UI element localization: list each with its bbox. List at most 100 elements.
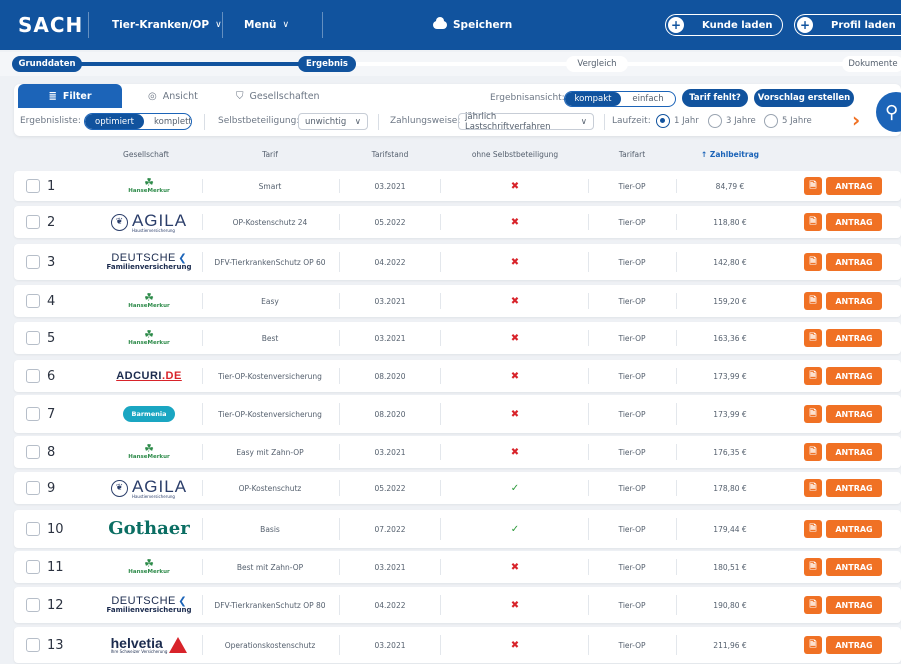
col-header-tariff-type[interactable]: Tarifart <box>619 150 645 159</box>
create-suggestion-button[interactable]: Vorschlag erstellen <box>754 89 854 107</box>
row-number: 13 <box>47 637 64 653</box>
row-actions: 🗎 ANTRAG <box>804 587 882 623</box>
antrag-button[interactable]: ANTRAG <box>826 405 882 423</box>
antrag-button[interactable]: ANTRAG <box>826 479 882 497</box>
step-dokumente[interactable]: Dokumente <box>842 56 901 72</box>
col-header-company[interactable]: Gesellschaft <box>123 150 169 159</box>
antrag-button[interactable]: ANTRAG <box>826 367 882 385</box>
step-ergebnis[interactable]: Ergebnis <box>298 56 356 72</box>
row-actions: 🗎 ANTRAG <box>804 627 882 663</box>
row-checkbox[interactable] <box>26 294 40 308</box>
antrag-button[interactable]: ANTRAG <box>826 177 882 195</box>
view-mode-toggle[interactable]: kompakt einfach <box>564 91 676 107</box>
row-checkbox[interactable] <box>26 369 40 383</box>
col-header-premium[interactable]: ↑ Zahlbeitrag <box>701 150 759 159</box>
divider <box>440 595 441 615</box>
save-button[interactable]: Speichern <box>433 17 512 31</box>
row-actions: 🗎 ANTRAG <box>804 285 882 317</box>
row-checkbox[interactable] <box>26 331 40 345</box>
pdf-document-icon[interactable]: 🗎 <box>804 596 822 614</box>
row-checkbox[interactable] <box>26 598 40 612</box>
view-option-einfach[interactable]: einfach <box>621 92 675 106</box>
company-cell: DEUTSCHE ❮ Familienversicherung <box>94 244 204 280</box>
pdf-document-icon[interactable]: 🗎 <box>804 558 822 576</box>
pdf-document-icon[interactable]: 🗎 <box>804 520 822 538</box>
no-deductible-cell: ✖ <box>442 395 588 433</box>
resultlist-option-komplett[interactable]: komplett <box>144 114 191 129</box>
tariff-type-cell: Tier-OP <box>618 600 646 610</box>
progress-steps: Grunddaten Ergebnis Vergleich Dokumente <box>0 52 901 76</box>
pdf-document-icon[interactable]: 🗎 <box>804 479 822 497</box>
pdf-document-icon[interactable]: 🗎 <box>804 177 822 195</box>
col-header-tariff[interactable]: Tarif <box>262 150 278 159</box>
term-radio-3-years[interactable]: 3 Jahre <box>708 114 756 128</box>
search-icon: ⚲ <box>885 101 899 123</box>
col-header-no-deductible[interactable]: ohne Selbstbeteiligung <box>472 150 558 159</box>
tab-gesellschaften[interactable]: ⛉ Gesellschaften <box>236 84 320 108</box>
pdf-document-icon[interactable]: 🗎 <box>804 213 822 231</box>
tariff-cell: Best mit Zahn-OP <box>236 562 304 572</box>
antrag-button[interactable]: ANTRAG <box>826 213 882 231</box>
row-number: 1 <box>47 178 56 194</box>
cross-icon: ✖ <box>510 180 520 192</box>
resultlist-toggle[interactable]: optimiert komplett <box>84 113 192 130</box>
chevron-down-icon: ∨ <box>354 116 361 127</box>
resultlist-option-optimiert[interactable]: optimiert <box>85 114 144 129</box>
product-dropdown-label: Tier-Kranken/OP <box>112 19 210 31</box>
antrag-button[interactable]: ANTRAG <box>826 253 882 271</box>
row-actions: 🗎 ANTRAG <box>804 510 882 548</box>
pdf-document-icon[interactable]: 🗎 <box>804 329 822 347</box>
load-profile-button[interactable]: + Profil laden <box>794 14 901 36</box>
pdf-document-icon[interactable]: 🗎 <box>804 253 822 271</box>
row-checkbox[interactable] <box>26 179 40 193</box>
antrag-button[interactable]: ANTRAG <box>826 292 882 310</box>
col-header-tariff-date[interactable]: Tarifstand <box>372 150 409 159</box>
row-select: 4 <box>26 285 55 317</box>
row-checkbox[interactable] <box>26 481 40 495</box>
table-row: 3 DEUTSCHE ❮ Familienversicherung DFV-Tierk… <box>14 244 901 280</box>
pdf-document-icon[interactable]: 🗎 <box>804 367 822 385</box>
pdf-document-icon[interactable]: 🗎 <box>804 405 822 423</box>
row-checkbox[interactable] <box>26 445 40 459</box>
row-number: 11 <box>47 559 64 575</box>
antrag-button[interactable]: ANTRAG <box>826 636 882 654</box>
tab-filter[interactable]: ≣ Filter <box>18 84 122 108</box>
row-checkbox[interactable] <box>26 215 40 229</box>
antrag-button[interactable]: ANTRAG <box>826 596 882 614</box>
row-checkbox[interactable] <box>26 638 40 652</box>
antrag-button[interactable]: ANTRAG <box>826 520 882 538</box>
pdf-document-icon[interactable]: 🗎 <box>804 292 822 310</box>
row-checkbox[interactable] <box>26 255 40 269</box>
row-checkbox[interactable] <box>26 407 40 421</box>
tarif-missing-button[interactable]: Tarif fehlt? <box>682 89 748 107</box>
deductible-select[interactable]: unwichtig ∨ <box>298 113 368 130</box>
logo-suffix: .DE <box>161 369 182 382</box>
view-option-kompakt[interactable]: kompakt <box>565 92 621 106</box>
tariff-type-cell: Tier-OP <box>618 447 646 457</box>
row-checkbox[interactable] <box>26 560 40 574</box>
step-grunddaten[interactable]: Grunddaten <box>12 56 82 72</box>
chevron-right-icon[interactable]: › <box>852 108 860 132</box>
tab-ansicht[interactable]: ◎ Ansicht <box>148 84 198 108</box>
row-checkbox[interactable] <box>26 522 40 536</box>
pdf-document-icon[interactable]: 🗎 <box>804 636 822 654</box>
divider <box>222 12 223 38</box>
tariff-cell: OP-Kostenschutz 24 <box>232 217 308 227</box>
tariff-cell: Tier-OP-Kostenversicherung <box>218 371 322 381</box>
antrag-button[interactable]: ANTRAG <box>826 558 882 576</box>
tariff-type-cell: Tier-OP <box>618 217 646 227</box>
table-row: 7 Barmenia Tier-OP-Kostenversicherung 08.20… <box>14 395 901 433</box>
term-radio-5-years[interactable]: 5 Jahre <box>764 114 812 128</box>
row-select: 1 <box>26 171 55 201</box>
antrag-button[interactable]: ANTRAG <box>826 443 882 461</box>
term-radio-1-year[interactable]: 1 Jahr <box>656 114 699 128</box>
step-vergleich[interactable]: Vergleich <box>566 56 628 72</box>
menu-dropdown[interactable]: Menü ∨ <box>244 19 289 31</box>
product-dropdown[interactable]: Tier-Kranken/OP ∨ <box>112 19 222 31</box>
row-select: 13 <box>26 627 64 663</box>
pdf-document-icon[interactable]: 🗎 <box>804 443 822 461</box>
row-number: 4 <box>47 293 56 309</box>
payment-select[interactable]: jährlich Lastschriftverfahren ∨ <box>458 112 594 132</box>
load-customer-button[interactable]: + Kunde laden <box>665 14 783 36</box>
antrag-button[interactable]: ANTRAG <box>826 329 882 347</box>
